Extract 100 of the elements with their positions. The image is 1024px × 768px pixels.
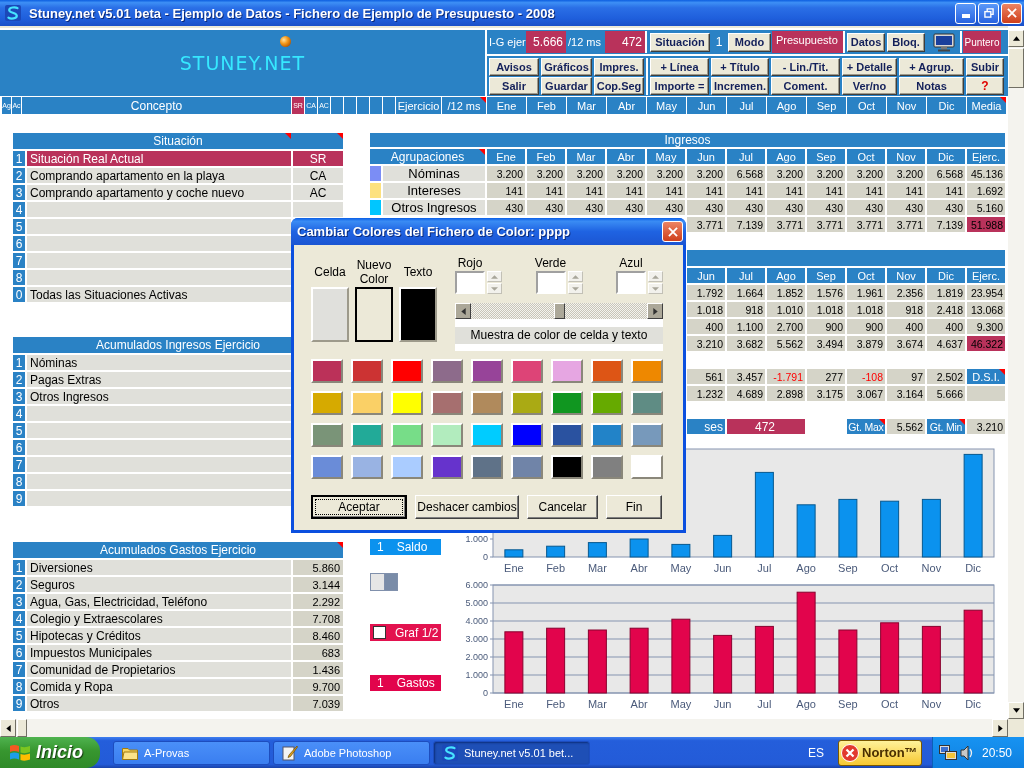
graph-toggle[interactable]: Graf 1/2 — [370, 624, 441, 641]
slider-left-button[interactable] — [455, 303, 471, 319]
help-button[interactable]: ? — [966, 77, 1004, 95]
scrollbar-thumb[interactable] — [17, 719, 27, 737]
taskbar-button[interactable]: Adobe Photoshop — [273, 740, 430, 765]
situation-button[interactable]: Situación — [650, 32, 710, 52]
number-field[interactable] — [455, 271, 485, 294]
vertical-scrollbar[interactable] — [1008, 30, 1024, 719]
toolbar-button[interactable]: Coment. — [771, 77, 840, 95]
toolbar-button[interactable]: Bloq. — [887, 32, 925, 52]
color-swatch-icon[interactable] — [471, 391, 503, 415]
number-field[interactable] — [535, 271, 566, 294]
toolbar-button[interactable]: Impres. — [594, 58, 644, 76]
toolbar-button[interactable]: Subir — [966, 58, 1004, 76]
color-swatch-icon[interactable] — [311, 359, 343, 383]
spin-up-button[interactable] — [648, 271, 663, 282]
chart-series-button[interactable]: 1 Gastos — [370, 675, 441, 691]
toolbar-button[interactable]: Avisos — [489, 58, 539, 76]
color-swatch-icon[interactable] — [511, 391, 543, 415]
scrollbar-thumb[interactable] — [1008, 48, 1024, 88]
color-swatch-icon[interactable] — [551, 391, 583, 415]
scroll-right-button[interactable] — [992, 719, 1008, 737]
toolbar-button[interactable]: + Línea — [650, 58, 709, 76]
color-swatch-icon[interactable] — [391, 455, 423, 479]
empty-cell[interactable] — [27, 202, 291, 217]
color-swatch-icon[interactable] — [631, 359, 663, 383]
color-swatch-icon[interactable] — [471, 455, 503, 479]
notification-button[interactable]: Norton™ — [838, 739, 922, 766]
taskbar-button[interactable]: Stuney.net v5.01 bet... — [433, 740, 590, 765]
toolbar-button[interactable]: Datos — [847, 32, 885, 52]
toolbar-button[interactable]: Ver/no — [842, 77, 897, 95]
color-swatch-icon[interactable] — [471, 359, 503, 383]
horizontal-scrollbar[interactable] — [0, 719, 1024, 737]
color-swatch-icon[interactable] — [471, 423, 503, 447]
minimize-button[interactable] — [955, 2, 976, 24]
toolbar-button[interactable]: + Detalle — [842, 58, 897, 76]
toolbar-button[interactable]: - Lin./Tit. — [771, 58, 840, 76]
color-swatch-icon[interactable] — [551, 455, 583, 479]
toolbar-button[interactable]: Guardar — [541, 77, 592, 95]
color-swatch-icon[interactable] — [591, 455, 623, 479]
color-preview-icon[interactable] — [355, 287, 393, 342]
dialog-button[interactable]: Cancelar — [527, 495, 598, 519]
color-swatch-icon[interactable] — [511, 359, 543, 383]
color-pair-icon[interactable] — [370, 573, 398, 591]
spin-down-button[interactable] — [487, 283, 502, 294]
language-indicator[interactable]: ES — [808, 745, 824, 760]
restore-button[interactable] — [978, 2, 999, 24]
empty-cell[interactable] — [27, 236, 291, 251]
color-swatch-icon[interactable] — [351, 391, 383, 415]
toolbar-button[interactable]: Incremen. — [711, 77, 769, 95]
mode-button[interactable]: Modo — [728, 32, 771, 52]
color-swatch-icon[interactable] — [511, 423, 543, 447]
empty-cell[interactable] — [27, 253, 291, 268]
dialog-button[interactable]: Deshacer cambios — [415, 495, 519, 519]
empty-cell[interactable] — [27, 270, 291, 285]
dialog-button[interactable]: Aceptar — [311, 495, 407, 519]
color-swatch-icon[interactable] — [591, 359, 623, 383]
spin-up-button[interactable] — [567, 271, 583, 282]
speaker-icon[interactable] — [960, 744, 974, 761]
spin-down-button[interactable] — [567, 283, 583, 294]
color-swatch-icon[interactable] — [511, 455, 543, 479]
table-cell[interactable]: Comprando apartamento en la playa — [27, 168, 291, 183]
toolbar-button[interactable]: Salir — [489, 77, 539, 95]
color-swatch-icon[interactable] — [431, 423, 463, 447]
scroll-left-button[interactable] — [0, 719, 16, 737]
color-swatch-icon[interactable] — [351, 455, 383, 479]
spin-up-button[interactable] — [487, 271, 502, 282]
slider-thumb[interactable] — [553, 303, 565, 319]
spin-down-button[interactable] — [648, 283, 663, 294]
start-button[interactable]: Inicio — [0, 737, 100, 768]
color-swatch-icon[interactable] — [391, 359, 423, 383]
scroll-up-button[interactable] — [1008, 30, 1024, 47]
table-cell[interactable]: Todas las Situaciones Activas — [27, 287, 291, 302]
dialog-button[interactable]: Fin — [606, 495, 662, 519]
color-swatch-icon[interactable] — [631, 391, 663, 415]
close-button[interactable] — [662, 221, 683, 242]
slider-right-button[interactable] — [647, 303, 663, 319]
computers-icon[interactable] — [939, 744, 957, 761]
color-swatch-icon[interactable] — [431, 455, 463, 479]
color-swatch-icon[interactable] — [631, 423, 663, 447]
toolbar-button[interactable]: + Título — [711, 58, 769, 76]
color-swatch-icon[interactable] — [551, 359, 583, 383]
taskbar-button[interactable]: A-Provas — [113, 740, 270, 765]
color-swatch-icon[interactable] — [311, 423, 343, 447]
toolbar-button[interactable]: Cop.Seg — [594, 77, 644, 95]
color-swatch-icon[interactable] — [391, 423, 423, 447]
toolbar-button[interactable]: + Agrup. — [899, 58, 964, 76]
color-swatch-icon[interactable] — [631, 455, 663, 479]
toolbar-button[interactable]: Importe = — [650, 77, 709, 95]
color-swatch-icon[interactable] — [351, 359, 383, 383]
color-swatch-icon[interactable] — [431, 359, 463, 383]
scroll-down-button[interactable] — [1008, 702, 1024, 719]
color-swatch-icon[interactable] — [591, 423, 623, 447]
empty-cell[interactable] — [27, 219, 291, 234]
toolbar-button[interactable]: Gráficos — [541, 58, 592, 76]
color-swatch-icon[interactable] — [551, 423, 583, 447]
color-swatch-icon[interactable] — [351, 423, 383, 447]
close-button[interactable] — [1001, 2, 1022, 24]
number-field[interactable] — [616, 271, 646, 294]
color-swatch-icon[interactable] — [591, 391, 623, 415]
